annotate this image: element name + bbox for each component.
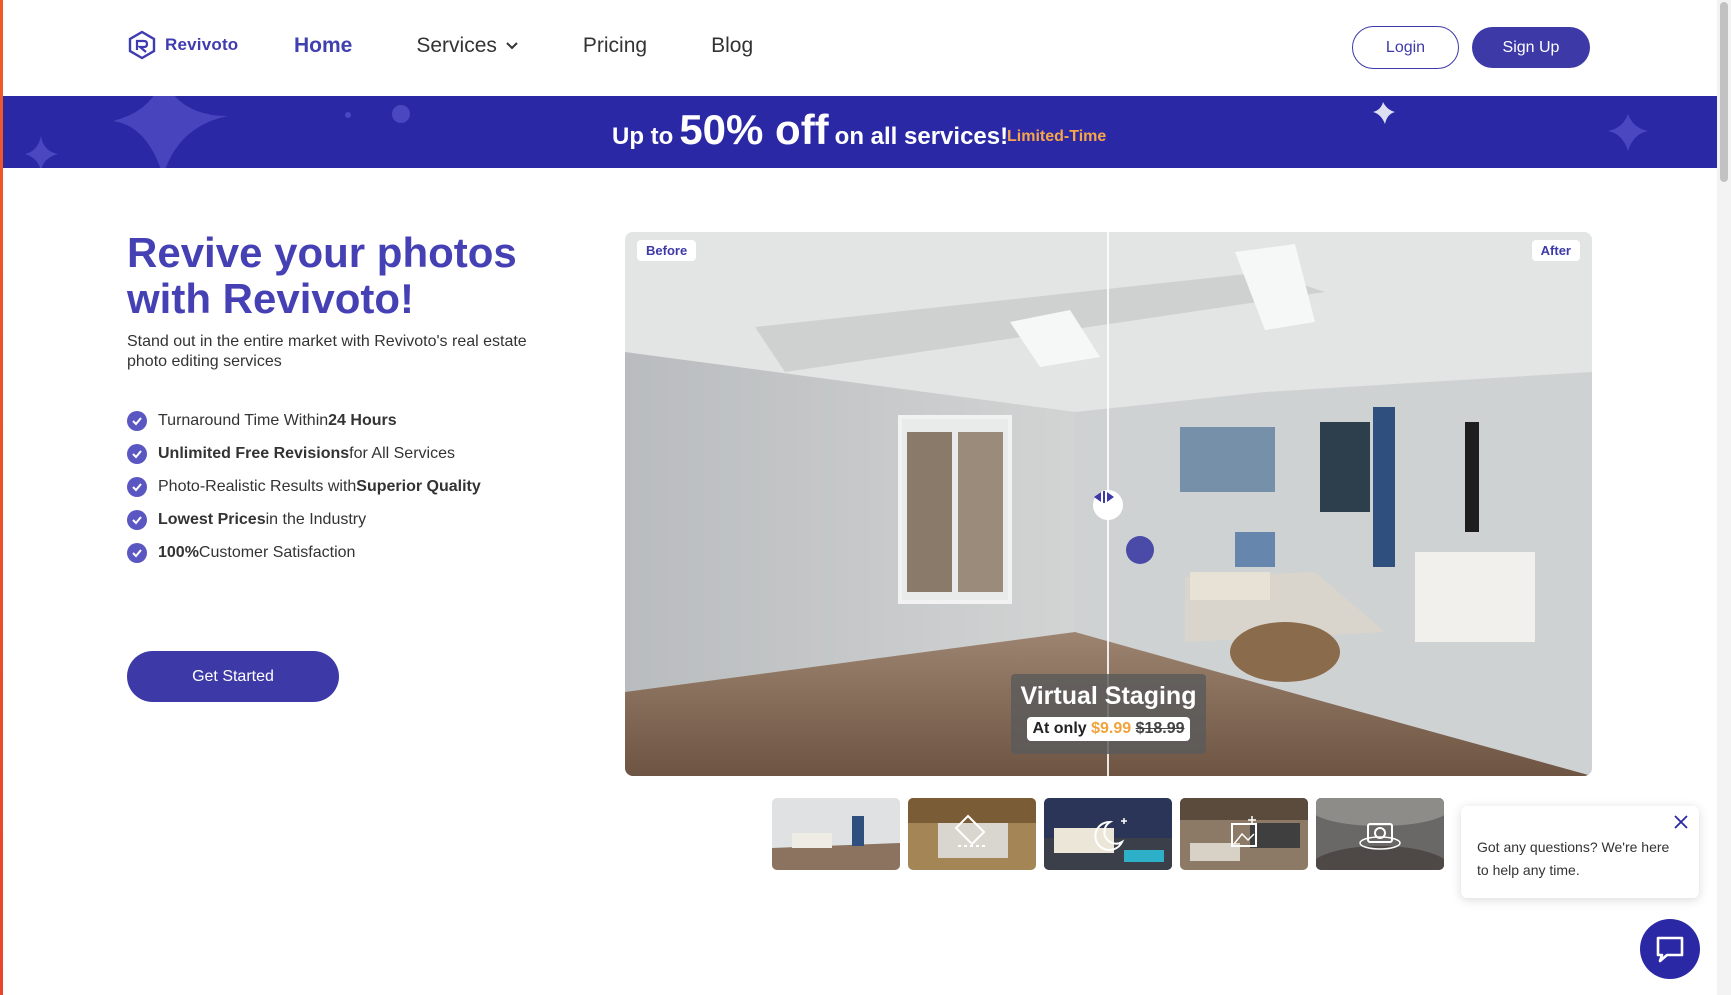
virtual-tour-thumb[interactable] (1316, 798, 1444, 870)
close-icon[interactable] (1673, 814, 1689, 837)
feature-pre: Turnaround Time Within (158, 411, 329, 429)
slider-handle[interactable] (1093, 490, 1123, 520)
check-icon (127, 410, 147, 431)
feature-post: in the Industry (265, 510, 367, 528)
before-after-slider[interactable]: Before After Virtual Staging At only $9.… (625, 232, 1592, 776)
chat-bubble-icon (1656, 936, 1684, 963)
nav-services-label: Services (416, 34, 497, 57)
feature-item: Turnaround Time Within 24 Hours (127, 404, 481, 437)
price-old: $18.99 (1135, 720, 1185, 737)
chat-launcher-button[interactable] (1640, 919, 1700, 979)
service-price-card: Virtual Staging At only $9.99 $18.99 (1011, 674, 1206, 754)
check-icon (127, 542, 147, 563)
feature-list: Turnaround Time Within 24 Hours Unlimite… (127, 404, 481, 569)
chat-message: Got any questions? We're here to help an… (1477, 839, 1670, 878)
hero-title: Revive your photos with Revivoto! (127, 229, 517, 322)
before-label: Before (637, 240, 697, 261)
feature-item: 100% Customer Satisfaction (127, 536, 481, 569)
feature-bold: Superior Quality (356, 477, 481, 495)
feature-item: Lowest Prices in the Industry (127, 503, 481, 536)
check-icon (127, 443, 147, 464)
page-scrollbar[interactable] (1717, 0, 1731, 995)
feature-item: Photo-Realistic Results with Superior Qu… (127, 470, 481, 503)
after-label: After (1531, 240, 1580, 261)
main-nav: Home Services Pricing Blog (294, 34, 817, 58)
service-thumbnails (772, 798, 1444, 870)
promo-banner: Up to 50% off on all services! Limited-T… (3, 96, 1717, 168)
logo-text: Revivoto (165, 35, 239, 54)
feature-post: Customer Satisfaction (198, 543, 356, 561)
signup-button[interactable]: Sign Up (1472, 27, 1590, 68)
feature-pre: Photo-Realistic Results with (158, 477, 357, 495)
feature-item: Unlimited Free Revisions for All Service… (127, 437, 481, 470)
feature-bold: Lowest Prices (158, 510, 266, 528)
feature-post: for All Services (349, 444, 455, 462)
banner-tag: Limited-Time (1007, 128, 1107, 145)
service-title: Virtual Staging (1020, 682, 1197, 710)
nav-pricing[interactable]: Pricing (583, 34, 647, 58)
feature-bold: 24 Hours (328, 411, 397, 429)
get-started-button[interactable]: Get Started (127, 651, 339, 702)
site-header: Revivoto Home Services Pricing Blog Logi… (3, 0, 1717, 96)
virtual-staging-thumb[interactable] (772, 798, 900, 870)
banner-percent: 50% off (679, 106, 829, 153)
nav-services[interactable]: Services (416, 34, 519, 58)
price-prefix: At only (1032, 720, 1087, 737)
banner-headline: Up to 50% off on all services! (612, 106, 1008, 154)
nav-home[interactable]: Home (294, 34, 352, 58)
banner-prefix: Up to (612, 123, 674, 150)
scrollbar-thumb[interactable] (1720, 2, 1728, 182)
logo-icon (128, 30, 156, 60)
login-button[interactable]: Login (1352, 26, 1459, 69)
feature-bold: 100% (158, 543, 199, 561)
item-removal-thumb[interactable] (908, 798, 1036, 870)
check-icon (127, 509, 147, 530)
banner-suffix: on all services! (834, 123, 1009, 150)
image-enhancement-thumb[interactable] (1180, 798, 1308, 870)
hero-subtitle: Stand out in the entire market with Revi… (127, 333, 527, 370)
day-to-dusk-thumb[interactable] (1044, 798, 1172, 870)
service-price: At only $9.99 $18.99 (1027, 717, 1190, 741)
feature-bold: Unlimited Free Revisions (158, 444, 350, 462)
check-icon (127, 476, 147, 497)
chat-popup: Got any questions? We're here to help an… (1461, 806, 1699, 898)
logo[interactable]: Revivoto (127, 30, 238, 60)
chevron-down-icon (506, 42, 518, 50)
drag-arrows-icon (1094, 491, 1114, 503)
price-new: $9.99 (1091, 720, 1132, 737)
nav-blog[interactable]: Blog (711, 34, 753, 58)
